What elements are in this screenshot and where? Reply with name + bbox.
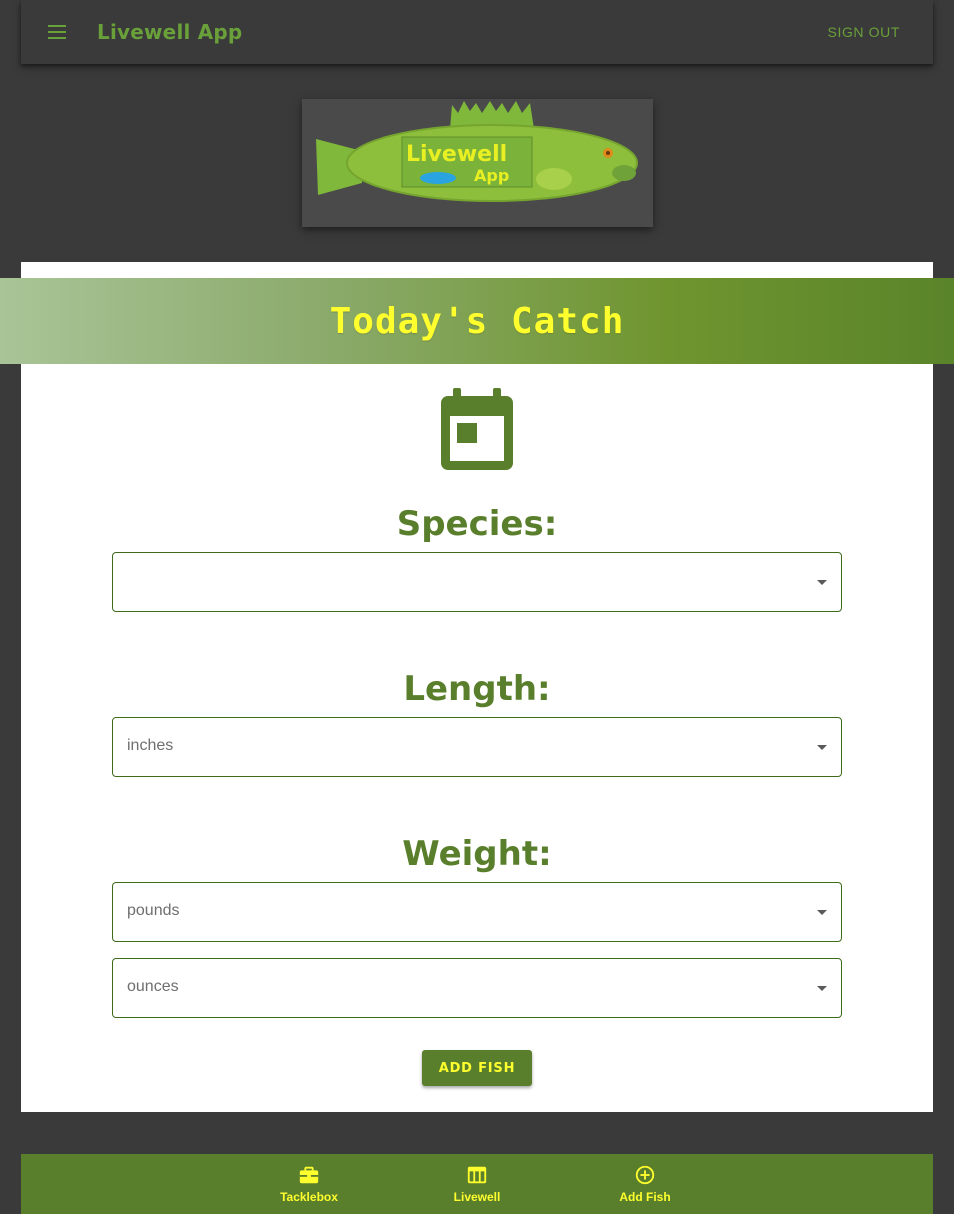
length-select-value: inches [127,737,174,754]
nav-label-add-fish: Add Fish [619,1190,671,1204]
length-label: Length: [403,669,551,709]
pounds-select-value: pounds [127,902,180,919]
dropdown-arrow-icon [817,986,827,991]
logo-text-line1: Livewell [406,142,507,167]
species-select[interactable] [112,552,842,612]
toolbox-icon [299,1166,319,1184]
livewell-logo: Livewell App [302,99,653,227]
dropdown-arrow-icon [817,745,827,750]
nav-item-livewell[interactable]: Livewell [427,1164,527,1208]
nav-item-tacklebox[interactable]: Tacklebox [259,1164,359,1208]
ounces-select-value: ounces [127,978,179,995]
top-app-bar: Livewell App SIGN OUT [21,0,933,64]
nav-label-tacklebox: Tacklebox [280,1190,338,1204]
dropdown-arrow-icon [817,910,827,915]
bottom-navigation: Tacklebox Livewell Add Fish [21,1154,933,1214]
weight-pounds-select[interactable]: pounds [112,882,842,942]
length-inches-select[interactable]: inches [112,717,842,777]
fish-logo-image: Livewell App [316,101,638,202]
add-circle-icon [635,1165,655,1185]
add-fish-button[interactable]: ADD FISH [422,1050,532,1086]
nav-label-livewell: Livewell [453,1190,501,1204]
dropdown-arrow-icon [817,580,827,585]
weight-label: Weight: [402,834,552,874]
logo-text-line2: App [474,166,509,185]
todays-catch-banner: Today's Catch [0,278,954,364]
table-icon [467,1166,487,1184]
hamburger-menu-icon [48,25,66,39]
menu-button[interactable] [45,20,69,44]
calendar-icon[interactable] [437,386,517,474]
nav-item-add-fish[interactable]: Add Fish [595,1164,695,1208]
page-title: Today's Catch [329,300,625,342]
app-title: Livewell App [97,20,243,44]
species-label: Species: [396,504,558,544]
sign-out-button[interactable]: SIGN OUT [828,24,900,40]
weight-ounces-select[interactable]: ounces [112,958,842,1018]
